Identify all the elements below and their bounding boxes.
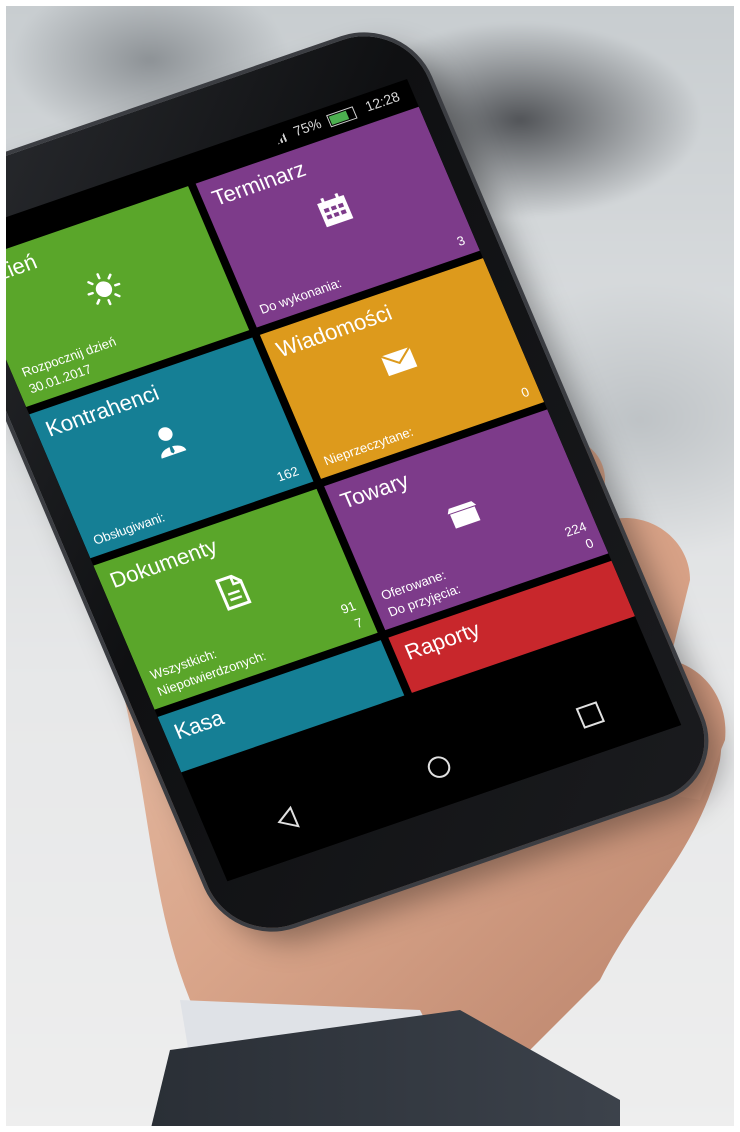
calendar-icon <box>317 192 354 228</box>
stat-label: Obsługiwani: <box>90 509 167 548</box>
sun-icon <box>87 273 121 306</box>
stat-value: 7 <box>352 614 366 632</box>
photo-scene: 75% 12:28 Dzień Rozpocznij dzień 30.01.2… <box>0 0 740 1132</box>
recent-apps-icon[interactable] <box>570 696 610 733</box>
battery-percent: 75% <box>290 115 324 140</box>
box-icon <box>447 501 481 529</box>
battery-icon <box>326 106 358 128</box>
stat-value: 91 <box>338 598 359 617</box>
stat-value: 0 <box>583 535 596 552</box>
tile-title: Kasa <box>170 704 228 745</box>
tile-title: Raporty <box>400 616 484 665</box>
stat-value: 162 <box>274 463 301 485</box>
stat-value: 0 <box>518 384 532 401</box>
tile-title: Dzień <box>0 248 41 291</box>
back-icon[interactable] <box>268 800 308 837</box>
stat-value <box>224 296 230 310</box>
status-time: 12:28 <box>362 88 403 115</box>
tile-title: Towary <box>336 467 413 514</box>
home-icon[interactable] <box>419 748 459 785</box>
user-icon <box>158 427 187 459</box>
stat-value <box>231 312 237 326</box>
envelope-icon <box>380 346 418 377</box>
signal-icon <box>274 130 290 144</box>
stat-value: 3 <box>454 232 468 249</box>
document-icon <box>215 574 252 611</box>
